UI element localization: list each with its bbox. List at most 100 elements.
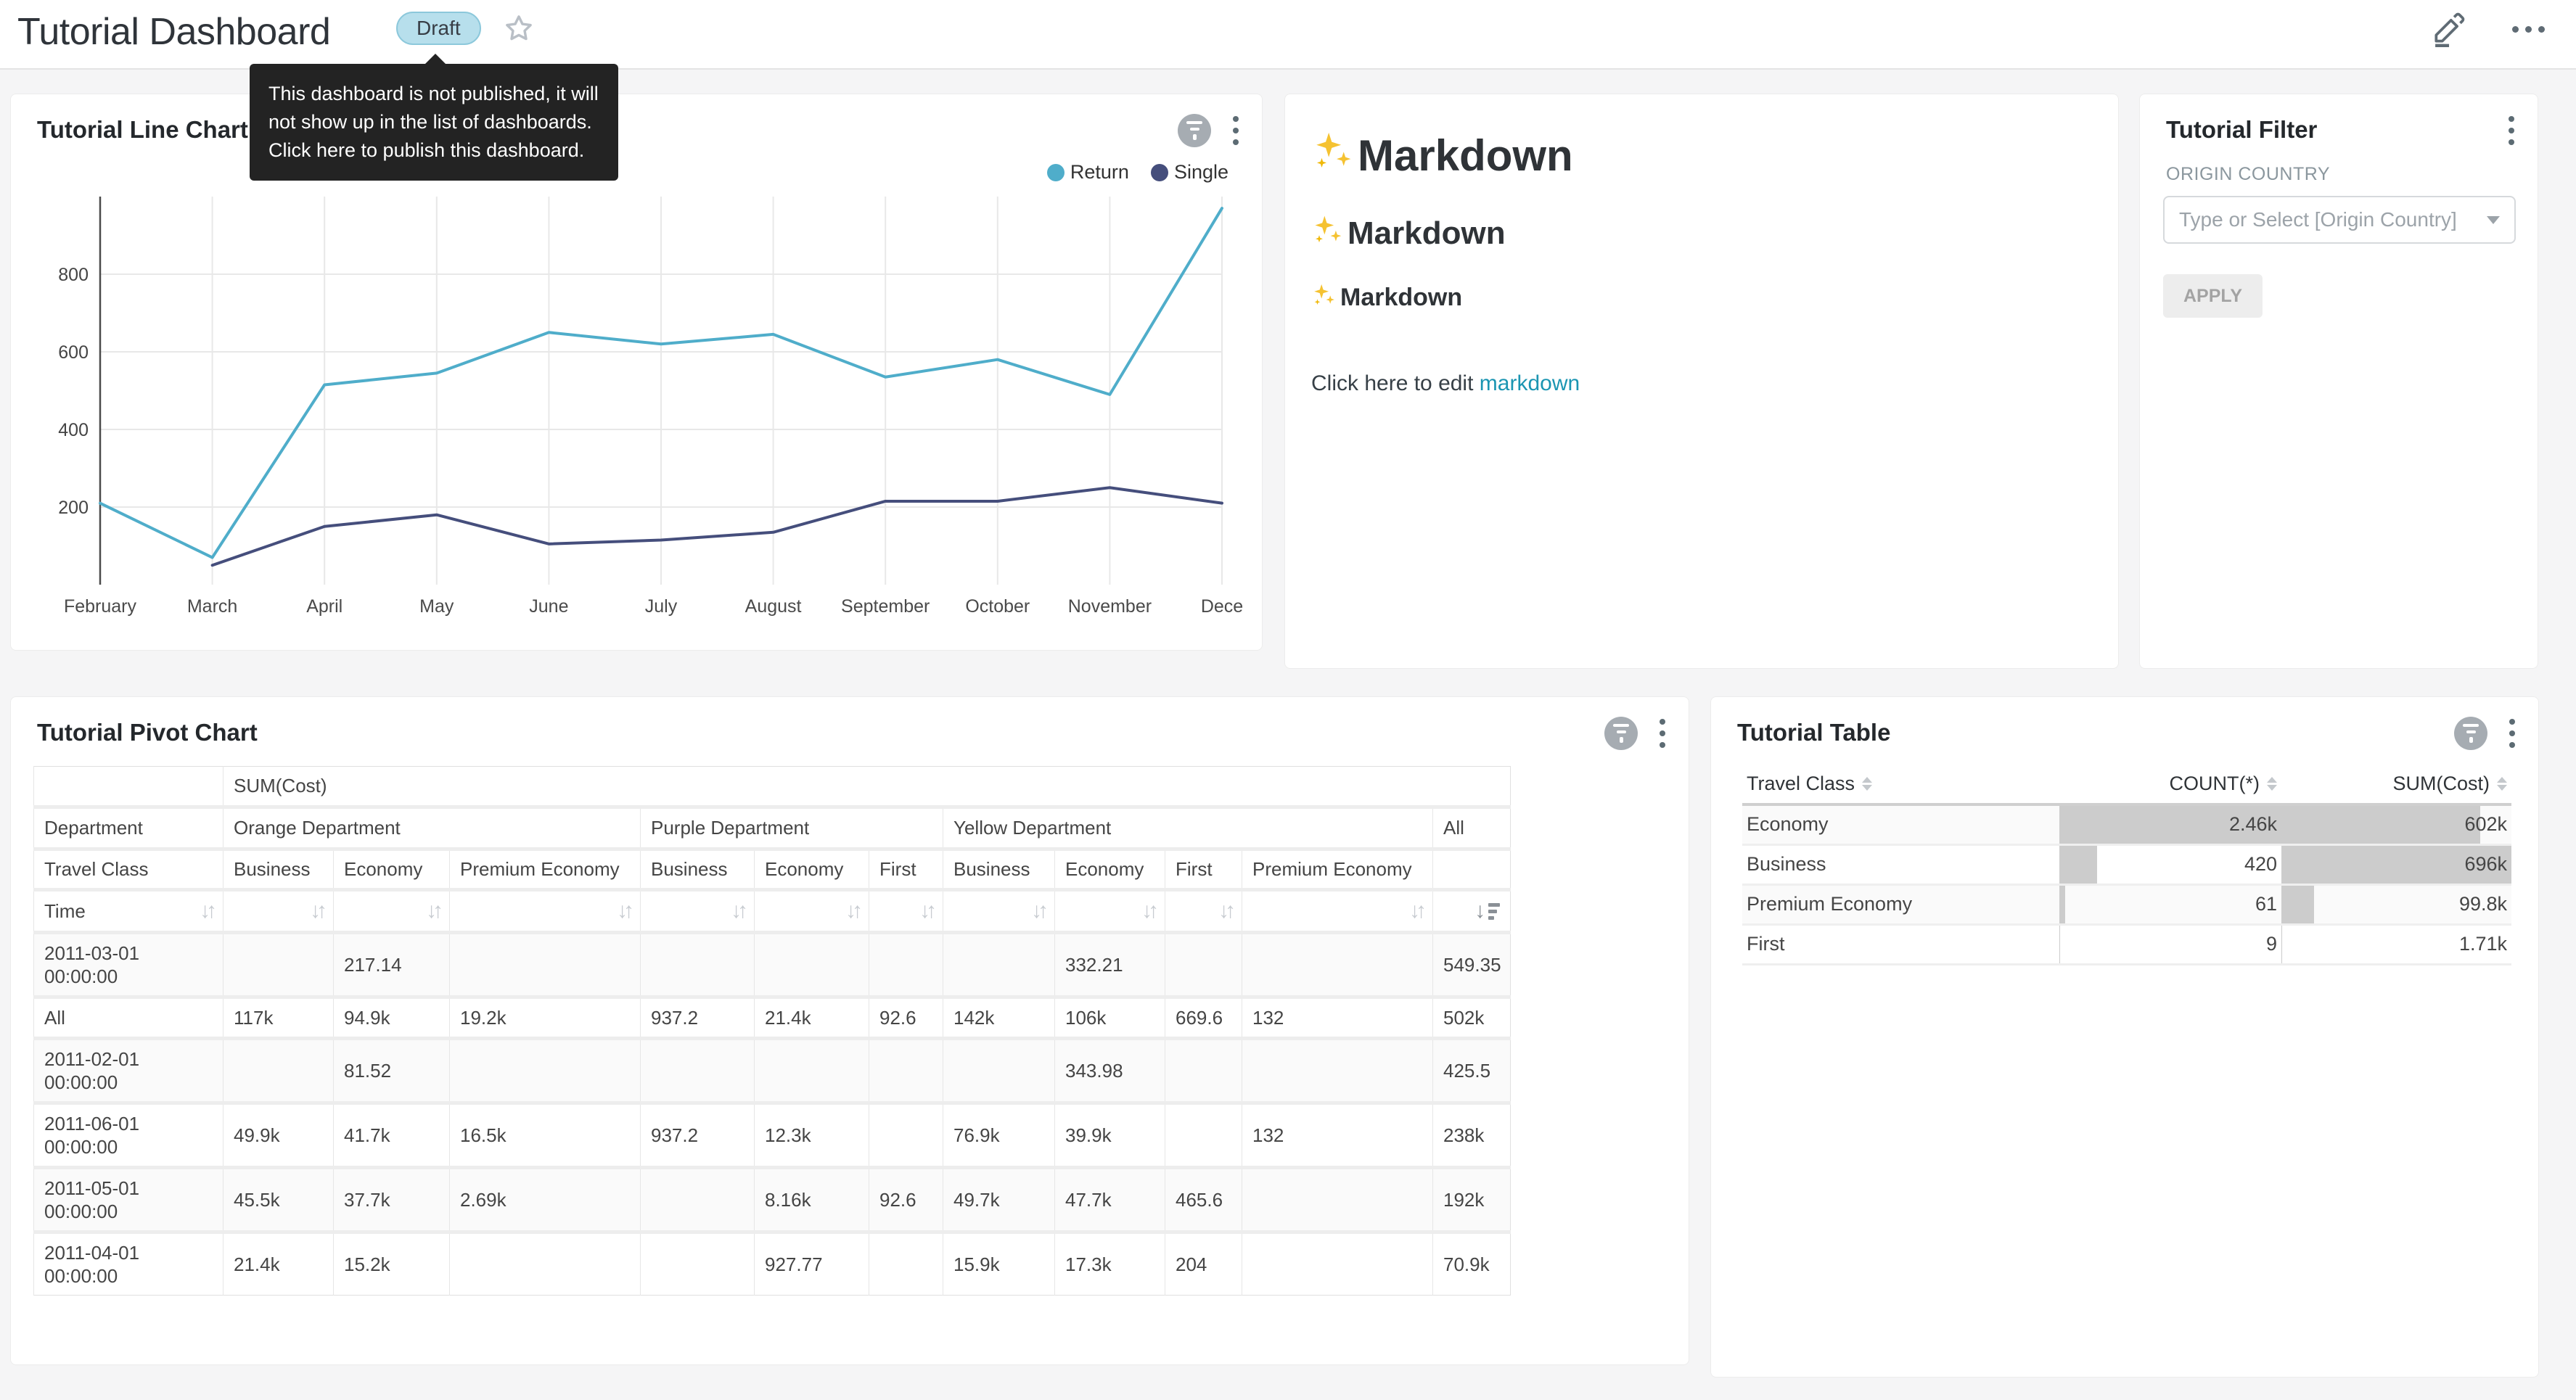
sort-caret-icon: [2497, 777, 2507, 791]
sort-caret-icon: [1862, 777, 1872, 791]
table-row: 2011-04-0100:00:0021.4k15.2k927.7715.9k1…: [34, 1232, 1511, 1296]
table-card-title: Tutorial Table: [1737, 719, 1890, 746]
applied-filters-icon[interactable]: [1178, 114, 1211, 147]
pivot-value-cell: [641, 933, 755, 997]
column-header-travel-class[interactable]: Travel Class: [1742, 764, 2059, 804]
markdown-edit-link[interactable]: markdown: [1480, 371, 1580, 395]
sort-icon[interactable]: ↓↑: [617, 899, 630, 923]
sort-icon[interactable]: ↓↑: [1218, 899, 1231, 923]
pivot-class-header: Economy: [334, 849, 450, 890]
pivot-value-cell: [1242, 1232, 1433, 1296]
sum-cost-cell: 99.8k: [2281, 884, 2511, 924]
pivot-value-cell: [1242, 1039, 1433, 1103]
sort-icon[interactable]: ↓↑: [731, 899, 744, 923]
sort-icon[interactable]: ↓↑: [310, 899, 323, 923]
count-cell: 2.46k: [2059, 804, 2281, 844]
top-bar: Tutorial Dashboard Draft: [0, 0, 2576, 70]
pivot-value-cell: 12.3k: [755, 1103, 869, 1168]
chart-menu-icon[interactable]: [2506, 716, 2518, 751]
pivot-value-cell: 92.6: [869, 1168, 943, 1232]
pivot-sort-cell: ↓↑: [641, 890, 755, 933]
sort-icon[interactable]: ↓↑: [845, 899, 858, 923]
favorite-star-icon[interactable]: [502, 12, 536, 45]
filter-card: Tutorial Filter ORIGIN COUNTRY Type or S…: [2139, 94, 2538, 669]
pivot-value-cell: [755, 1039, 869, 1103]
sort-icon[interactable]: ↓↑: [1409, 899, 1422, 923]
origin-country-label: ORIGIN COUNTRY: [2166, 164, 2330, 185]
sort-icon[interactable]: ↓↑: [426, 899, 439, 923]
filter-menu-icon[interactable]: [2506, 113, 2517, 148]
pivot-value-cell: 425.5: [1433, 1039, 1511, 1103]
edit-dashboard-icon[interactable]: [2429, 10, 2467, 48]
pivot-class-header: Premium Economy: [450, 849, 641, 890]
tooltip-line: not show up in the list of dashboards.: [268, 108, 599, 136]
column-header-count[interactable]: COUNT(*): [2059, 764, 2281, 804]
table-row: Business 420 696k: [1742, 844, 2511, 884]
sum-cost-cell: 602k: [2281, 804, 2511, 844]
pivot-value-cell: 549.35: [1433, 933, 1511, 997]
pivot-value-cell: [869, 1232, 943, 1296]
select-placeholder: Type or Select [Origin Country]: [2179, 208, 2481, 231]
pivot-value-cell: 15.9k: [943, 1232, 1055, 1296]
svg-text:May: May: [419, 596, 454, 617]
pivot-time-cell: 2011-05-0100:00:00: [34, 1168, 223, 1232]
table-row: All117k94.9k19.2k937.221.4k92.6142k106k6…: [34, 997, 1511, 1039]
count-cell: 9: [2059, 924, 2281, 964]
sort-icon[interactable]: ↓↑: [200, 899, 213, 923]
pivot-sort-cell: ↓↑: [943, 890, 1055, 933]
markdown-card[interactable]: Markdown Markdown Markdown Click here to…: [1284, 94, 2119, 669]
chart-menu-icon[interactable]: [1657, 716, 1668, 751]
count-cell: 61: [2059, 884, 2281, 924]
pivot-sort-cell: ↓↑: [1165, 890, 1242, 933]
draft-status-badge[interactable]: Draft: [396, 12, 481, 45]
travel-class-cell: Economy: [1742, 804, 2059, 844]
sort-descending-icon[interactable]: ↓: [1474, 899, 1500, 923]
pivot-value-cell: [223, 933, 334, 997]
pivot-value-cell: 21.4k: [755, 997, 869, 1039]
filter-card-title: Tutorial Filter: [2166, 116, 2317, 144]
svg-text:600: 600: [58, 342, 89, 363]
pivot-value-cell: 2.69k: [450, 1168, 641, 1232]
more-options-icon[interactable]: [2509, 10, 2547, 48]
travel-class-cell: First: [1742, 924, 2059, 964]
pivot-value-cell: 94.9k: [334, 997, 450, 1039]
pivot-value-cell: 49.7k: [943, 1168, 1055, 1232]
origin-country-select[interactable]: Type or Select [Origin Country]: [2163, 196, 2516, 244]
sparkles-icon: [1311, 129, 1353, 181]
legend-item[interactable]: Single: [1151, 161, 1228, 184]
sort-icon[interactable]: ↓↑: [1141, 899, 1154, 923]
pivot-value-cell: 132: [1242, 997, 1433, 1039]
markdown-paragraph: Click here to edit markdown: [1311, 371, 2092, 396]
legend-dot: [1151, 164, 1168, 181]
pivot-class-header: Business: [223, 849, 334, 890]
column-header-sum-cost[interactable]: SUM(Cost): [2281, 764, 2511, 804]
svg-text:June: June: [529, 596, 568, 617]
pivot-value-cell: [943, 1039, 1055, 1103]
sparkles-icon: [1311, 282, 1336, 313]
pivot-value-cell: 45.5k: [223, 1168, 334, 1232]
sort-icon[interactable]: ↓↑: [1031, 899, 1044, 923]
pivot-class-header: [1433, 849, 1511, 890]
pivot-value-cell: 117k: [223, 997, 334, 1039]
pivot-sort-cell: ↓↑: [1242, 890, 1433, 933]
sum-cost-cell: 696k: [2281, 844, 2511, 884]
apply-filter-button[interactable]: APPLY: [2163, 274, 2263, 318]
count-cell: 420: [2059, 844, 2281, 884]
pivot-time-cell: 2011-04-0100:00:00: [34, 1232, 223, 1296]
pivot-value-cell: [1242, 933, 1433, 997]
pivot-time-cell: All: [34, 997, 223, 1039]
legend-item[interactable]: Return: [1047, 161, 1129, 184]
sort-icon[interactable]: ↓↑: [919, 899, 932, 923]
pivot-sort-cell: ↓↑: [1055, 890, 1165, 933]
markdown-heading-1: Markdown: [1311, 129, 2092, 181]
pivot-value-cell: 502k: [1433, 997, 1511, 1039]
pivot-value-cell: 132: [1242, 1103, 1433, 1168]
pivot-value-cell: [450, 933, 641, 997]
svg-text:400: 400: [58, 420, 89, 440]
applied-filters-icon[interactable]: [2454, 717, 2487, 750]
applied-filters-icon[interactable]: [1604, 717, 1638, 750]
chart-menu-icon[interactable]: [1230, 113, 1242, 148]
svg-text:September: September: [841, 596, 930, 617]
markdown-paragraph-text: Click here to edit: [1311, 371, 1480, 395]
pivot-sort-cell: ↓↑: [223, 890, 334, 933]
